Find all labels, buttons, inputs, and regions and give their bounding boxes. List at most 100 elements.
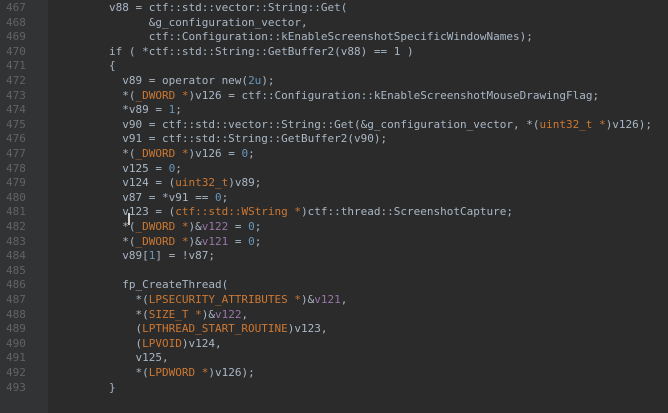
code-token-plain: )&	[301, 293, 315, 306]
code-token-plain: )v89;	[228, 176, 262, 190]
code-line[interactable]: 493 }	[0, 381, 668, 396]
code-token-plain: v91 = ctf::std::String::GetBuffer2(v90);	[56, 132, 388, 146]
code-text: *(_DWORD *)v126 = 0;	[56, 147, 254, 162]
code-editor[interactable]: 467 v88 = ctf::std::vector::String::Get(…	[0, 0, 668, 413]
code-token-plain: ;	[175, 161, 182, 175]
code-line[interactable]: 484 v89[1] = !v87;	[0, 249, 668, 264]
line-number: 490	[6, 336, 26, 350]
code-token-plain: *(	[56, 147, 136, 160]
line-number: 482	[6, 220, 26, 233]
code-token-plain: ,	[241, 307, 249, 321]
code-line[interactable]: 469 ctf::Configuration::kEnableScreensho…	[0, 30, 668, 45]
code-token-plain: fp_CreateThread(	[56, 278, 229, 292]
code-line[interactable]: 482 *(_DWORD *)&v122 = 0;	[0, 220, 668, 235]
code-line[interactable]: 492 *(LPDWORD *)v126);	[0, 366, 668, 381]
code-token-type: uint32_t	[175, 176, 229, 190]
code-text: v89[1] = !v87;	[56, 249, 215, 264]
code-line[interactable]: 474 *v89 = 1;	[0, 103, 668, 118]
code-text: *(_DWORD *)&v122 = 0;	[56, 220, 261, 235]
code-line[interactable]: 488 *(SIZE_T *)&v122,	[0, 308, 668, 323]
code-token-plain: &g_configuration_vector,	[56, 15, 308, 29]
code-token-plain: ;	[254, 220, 262, 233]
text-cursor	[128, 213, 130, 225]
code-token-number: 0	[248, 220, 255, 233]
code-line[interactable]: 481 v123 = (ctf::std::WString *)ctf::thr…	[0, 205, 668, 220]
line-number: 468	[6, 15, 26, 29]
code-token-local-var: v122	[201, 220, 229, 233]
code-line[interactable]: 480 v87 = *v91 == 0;	[0, 191, 668, 206]
line-number: 481	[6, 205, 26, 219]
line-number: 480	[6, 190, 26, 204]
code-text: v91 = ctf::std::String::GetBuffer2(v90);	[56, 132, 387, 147]
code-line[interactable]: 473 *(_DWORD *)v126 = ctf::Configuration…	[0, 89, 668, 104]
code-token-type: _DWORD *	[135, 234, 189, 248]
line-number: 485	[6, 263, 26, 277]
code-text: v88 = ctf::std::vector::String::Get(	[56, 1, 347, 16]
code-token-plain: )v126 = ctf::Configuration::kEnableScree…	[188, 88, 600, 102]
code-token-plain: ] = !v87;	[155, 249, 215, 263]
code-token-plain: (	[56, 336, 143, 350]
code-text: v87 = *v91 == 0;	[56, 191, 228, 206]
line-number: 493	[6, 380, 26, 394]
code-text: (LPTHREAD_START_ROUTINE)v123,	[56, 322, 327, 337]
line-number: 470	[6, 44, 26, 58]
code-token-plain: =	[228, 220, 249, 233]
code-token-plain: ctf::Configuration::kEnableScreenshotSpe…	[56, 30, 533, 44]
code-line[interactable]: 476 v91 = ctf::std::String::GetBuffer2(v…	[0, 132, 668, 147]
code-line[interactable]: 477 *(_DWORD *)v126 = 0;	[0, 147, 668, 162]
code-token-plain: ;	[254, 234, 262, 248]
code-line[interactable]: 483 *(_DWORD *)&v121 = 0;	[0, 235, 668, 250]
code-line[interactable]: 485	[0, 264, 668, 279]
code-text: {	[56, 59, 116, 74]
code-token-plain: {	[56, 59, 116, 73]
code-token-type: SIZE_T *	[148, 307, 202, 321]
code-text: *(LPDWORD *)v126);	[56, 366, 254, 381]
code-token-plain: v88 = ctf::std::vector::String::Get(	[56, 1, 348, 14]
code-token-plain: v125,	[56, 351, 169, 365]
code-token-local-var: v121	[314, 293, 341, 306]
code-line[interactable]: 479 v124 = (uint32_t)v89;	[0, 176, 668, 191]
line-number: 479	[6, 176, 26, 190]
line-number: 475	[6, 117, 26, 131]
code-token-plain: *(	[56, 366, 149, 379]
code-line[interactable]: 489 (LPTHREAD_START_ROUTINE)v123,	[0, 322, 668, 337]
code-token-number: 0	[214, 190, 222, 204]
line-number: 478	[6, 161, 26, 175]
code-line[interactable]: 471 {	[0, 59, 668, 74]
code-text: v89 = operator new(2u);	[56, 74, 275, 89]
code-token-plain: v89[	[56, 249, 149, 263]
code-line[interactable]: 472 v89 = operator new(2u);	[0, 74, 668, 89]
code-line[interactable]: 491 v125,	[0, 351, 668, 366]
code-token-plain: v87 = *v91 ==	[56, 190, 215, 204]
code-token-plain: *(	[56, 293, 149, 306]
code-text: &g_configuration_vector,	[56, 16, 308, 31]
code-text: v90 = ctf::std::vector::String::Get(&g_c…	[56, 118, 652, 133]
code-token-plain: (	[56, 322, 143, 336]
code-line[interactable]: 467 v88 = ctf::std::vector::String::Get(	[0, 1, 668, 16]
code-token-plain: ;	[175, 103, 182, 117]
code-line[interactable]: 490 (LPVOID)v124,	[0, 337, 668, 352]
code-line[interactable]: 487 *(LPSECURITY_ATTRIBUTES *)&v121,	[0, 293, 668, 308]
code-token-plain: =	[228, 234, 249, 248]
code-token-plain: v123 = (	[56, 205, 176, 219]
line-number: 477	[6, 147, 26, 160]
code-token-plain: *v89 =	[56, 103, 169, 117]
line-number: 487	[6, 293, 26, 306]
code-token-plain: *(	[56, 88, 136, 102]
code-line[interactable]: 470 if ( *ctf::std::String::GetBuffer2(v…	[0, 45, 668, 60]
line-number: 476	[6, 132, 26, 146]
code-token-plain: ,	[340, 293, 348, 306]
code-line[interactable]: 468 &g_configuration_vector,	[0, 16, 668, 31]
code-line[interactable]: 478 v125 = 0;	[0, 162, 668, 177]
code-token-plain: );	[261, 74, 275, 87]
code-token-plain: ;	[221, 190, 229, 204]
code-token-plain: )&	[188, 220, 202, 233]
code-token-type: _DWORD *	[135, 147, 189, 160]
line-number: 471	[6, 59, 26, 73]
code-text: *(_DWORD *)&v121 = 0;	[56, 235, 261, 250]
code-line[interactable]: 486 fp_CreateThread(	[0, 278, 668, 293]
code-text: *(_DWORD *)v126 = ctf::Configuration::kE…	[56, 89, 599, 104]
code-token-type: LPTHREAD_START_ROUTINE	[142, 322, 288, 336]
line-number: 489	[6, 322, 26, 336]
code-line[interactable]: 475 v90 = ctf::std::vector::String::Get(…	[0, 118, 668, 133]
